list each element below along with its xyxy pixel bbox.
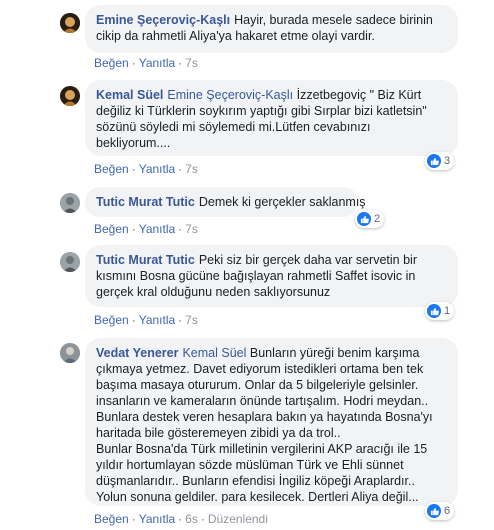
comment-text-line: insanların ve kameraların önünde tartışa… [96, 394, 429, 408]
reply-button[interactable]: Yanıtla [139, 162, 175, 176]
comment-text-line: Peki siz bir gerçek daha var servetin bi… [198, 253, 417, 267]
comment-text-line: Yolun sonuna geldiler. para kesilecek. D… [96, 490, 419, 504]
like-button[interactable]: Beğen [94, 162, 129, 176]
avatar[interactable] [60, 343, 80, 363]
comment-text-line: gerçek kral olduğunu neden saklıyorsunuz [96, 285, 331, 299]
separator: · [178, 313, 183, 327]
comment-bubble: Emine Şeçeroviç-Kaşlı Hayir, burada mesel… [85, 5, 458, 53]
separator: · [200, 512, 205, 526]
comment-text-line: Hayir, burada mesele sadece birinin [234, 13, 433, 27]
author-name[interactable]: Emine Şeçeroviç-Kaşlı [96, 13, 230, 27]
thumbs-up-icon [427, 304, 441, 318]
timestamp[interactable]: 6s [185, 512, 198, 526]
comment-text-line: Demek ki gerçekler saklanmış [198, 195, 366, 209]
separator: · [131, 512, 136, 526]
timestamp[interactable]: 7s [185, 56, 198, 70]
separator: · [178, 162, 183, 176]
reaction-count[interactable]: 1 [425, 302, 455, 320]
reaction-number: 3 [444, 155, 451, 167]
author-name[interactable]: Vedat Yenerer [96, 346, 178, 360]
like-button[interactable]: Beğen [94, 313, 129, 327]
comment-actions: Beğen · Yanıtla · 7s [94, 162, 198, 176]
separator: · [178, 512, 183, 526]
comment-actions: Beğen · Yanıtla · 7s [94, 222, 198, 236]
avatar[interactable] [60, 193, 80, 213]
author-name[interactable]: Kemal Süel [96, 88, 163, 102]
reply-button[interactable]: Yanıtla [139, 313, 175, 327]
comment-text-line: çıkmaya yetmez. Davet ediyorum istedikle… [96, 362, 424, 376]
comment-text-line: haritada bile gösteremeyen zibidi ya da … [96, 426, 341, 440]
comment-bubble: Vedat Yenerer Kemal Süel Bunların yüreği … [85, 338, 458, 506]
thumbs-up-icon [427, 504, 441, 518]
author-name[interactable]: Tutic Murat Tutic [96, 253, 195, 267]
reaction-count[interactable]: 6 [425, 502, 455, 520]
comment-actions: Beğen · Yanıtla · 6s · Düzenlendi [94, 512, 268, 526]
thumbs-up-icon [427, 154, 441, 168]
avatar[interactable] [60, 13, 80, 33]
comment-text-line: Bunlara destek veren hesaplara bakın ya … [96, 410, 433, 424]
comment-text-line: Bunların yüreği benim karşıma [249, 346, 420, 360]
avatar[interactable] [60, 252, 80, 272]
comment-bubble: Tutic Murat Tutic Peki siz bir gerçek dah… [85, 245, 458, 307]
mention-link[interactable]: Emine Şeçeroviç-Kaşlı [167, 88, 293, 102]
timestamp[interactable]: 7s [185, 222, 198, 236]
comment-text-line: yıldır hortumlayan sözde müslüman Türk v… [96, 458, 404, 472]
reaction-number: 2 [374, 213, 381, 225]
reaction-count[interactable]: 3 [425, 152, 455, 170]
comment-text-line: sözünü söyledi mi söylemedi mi.Lütfen ce… [96, 120, 371, 134]
mention-link[interactable]: Kemal Süel [182, 346, 246, 360]
separator: · [131, 56, 136, 70]
reply-button[interactable]: Yanıtla [139, 56, 175, 70]
separator: · [131, 222, 136, 236]
avatar[interactable] [60, 86, 80, 106]
timestamp[interactable]: 7s [185, 162, 198, 176]
reply-button[interactable]: Yanıtla [139, 222, 175, 236]
separator: · [131, 313, 136, 327]
like-button[interactable]: Beğen [94, 56, 129, 70]
comment-actions: Beğen · Yanıtla · 7s [94, 313, 198, 327]
comment-text-line: başıma masaya otururum. Onlar da 5 bilge… [96, 378, 419, 392]
separator: · [178, 56, 183, 70]
comment-text-line: cikip da rahmetli Aliya'ya hakaret etme … [96, 29, 375, 43]
edited-label[interactable]: Düzenlendi [208, 512, 268, 526]
comment-text-line: Bunlar Bosna'da Türk milletinin vergiler… [96, 442, 428, 456]
like-button[interactable]: Beğen [94, 222, 129, 236]
author-name[interactable]: Tutic Murat Tutic [96, 195, 195, 209]
comment-actions: Beğen · Yanıtla · 7s [94, 56, 198, 70]
separator: · [131, 162, 136, 176]
comment-text-line: bekliyorum.... [96, 136, 171, 150]
timestamp[interactable]: 7s [185, 313, 198, 327]
like-button[interactable]: Beğen [94, 512, 129, 526]
comment-text-line: düşmanlarıdır.. Bunların efendisi İngili… [96, 474, 415, 488]
reaction-number: 6 [444, 505, 451, 517]
separator: · [178, 222, 183, 236]
reaction-count[interactable]: 2 [355, 210, 385, 228]
reaction-number: 1 [444, 305, 451, 317]
comment-text-line: İzzetbegoviç " Biz Kürt [296, 88, 422, 102]
comment-bubble: Tutic Murat Tutic Demek ki gerçekler sakl… [85, 187, 366, 217]
thumbs-up-icon [357, 212, 371, 226]
comment-text-line: değiliz ki Türklerin soykırım yaptığı gi… [96, 104, 427, 118]
reply-button[interactable]: Yanıtla [139, 512, 175, 526]
comment-text-line: kısmını Bosna gücüne bağışlayan rahmetli… [96, 269, 416, 283]
comment-bubble: Kemal Süel Emine Şeçeroviç-Kaşlı İzzetbeg… [85, 80, 458, 156]
